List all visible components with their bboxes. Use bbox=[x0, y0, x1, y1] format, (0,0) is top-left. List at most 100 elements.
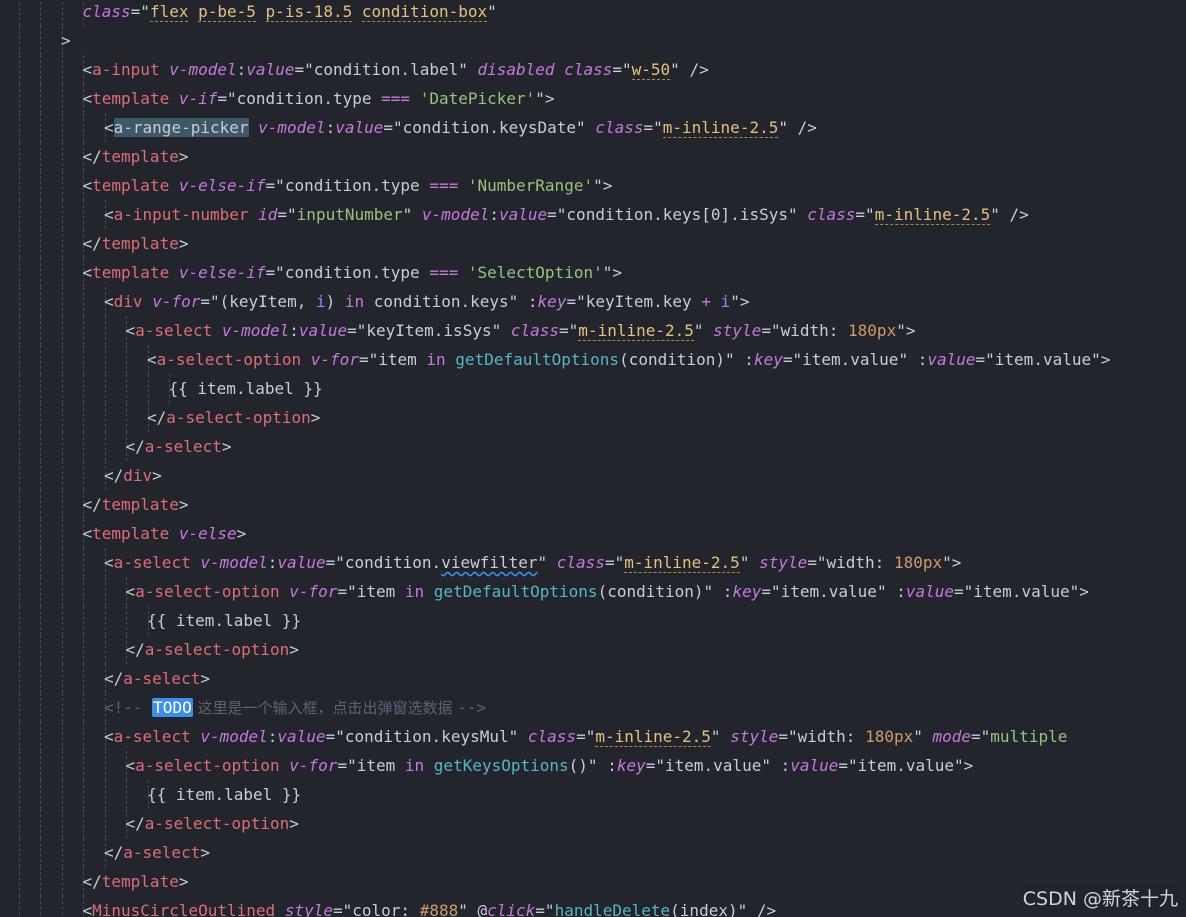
indent-guide bbox=[105, 751, 106, 780]
indent-guide bbox=[105, 577, 106, 606]
code-token: < bbox=[104, 292, 114, 311]
code-token: a-select-option bbox=[166, 408, 311, 427]
code-token: value bbox=[335, 118, 384, 137]
code-token: item.label bbox=[175, 785, 273, 804]
code-token: =" bbox=[337, 756, 357, 775]
indent-guide bbox=[62, 200, 63, 229]
code-token: )" : bbox=[715, 350, 754, 369]
indent-guide bbox=[62, 519, 63, 548]
code-token: " bbox=[693, 321, 714, 340]
indent-guide bbox=[62, 577, 63, 606]
code-token: a-select bbox=[144, 437, 222, 456]
indent-guide bbox=[62, 548, 63, 577]
code-token: 'DatePicker' bbox=[419, 89, 536, 108]
code-text: <a-range-picker v-model:value="condition… bbox=[104, 113, 817, 142]
code-token: =" bbox=[645, 756, 665, 775]
code-token: =" bbox=[265, 263, 285, 282]
code-line: <!-- TODO 这里是一个输入框，点击出弹窗选数据 --> bbox=[0, 693, 1186, 722]
code-token: click bbox=[487, 901, 536, 917]
code-token: =" bbox=[778, 727, 798, 746]
code-token: </ bbox=[82, 234, 102, 253]
code-token: value bbox=[905, 582, 955, 601]
code-token: </ bbox=[82, 872, 102, 891]
code-token: a-select-option bbox=[135, 756, 280, 775]
indent-guide bbox=[19, 722, 20, 751]
code-token: getDefaultOptions bbox=[455, 350, 620, 369]
code-token: flex bbox=[149, 2, 189, 22]
code-line: <a-select v-model:value="condition.viewf… bbox=[0, 548, 1186, 577]
code-line: <template v-else> bbox=[0, 519, 1186, 548]
indent-guide bbox=[83, 809, 84, 838]
code-token: v-if bbox=[178, 89, 218, 108]
code-text: </a-select-option> bbox=[147, 403, 320, 432]
code-token: div bbox=[123, 466, 153, 485]
code-token: =" bbox=[838, 756, 858, 775]
indent-guide bbox=[19, 171, 20, 200]
code-token: 'SelectOption' bbox=[467, 263, 603, 282]
code-token: ) bbox=[325, 292, 345, 311]
indent-guide bbox=[19, 519, 20, 548]
indent-guide bbox=[62, 113, 63, 142]
code-text: <div v-for="(keyItem, i) in condition.ke… bbox=[104, 287, 750, 316]
indent-guide bbox=[19, 287, 20, 316]
indent-guide bbox=[105, 345, 106, 374]
code-token: condition. bbox=[344, 553, 442, 572]
code-token: )" /> bbox=[727, 901, 777, 917]
code-token: =" bbox=[325, 553, 345, 572]
indent-guide bbox=[19, 751, 20, 780]
code-token: class bbox=[595, 118, 644, 137]
indent-guide bbox=[40, 896, 41, 917]
indent-guide bbox=[19, 258, 20, 287]
indent-guide bbox=[19, 664, 20, 693]
code-editor[interactable]: class="flex p-be-5 p-is-18.5 condition-b… bbox=[0, 0, 1186, 917]
indent-guide bbox=[62, 258, 63, 287]
indent-guide bbox=[40, 26, 41, 55]
indent-guide bbox=[126, 345, 127, 374]
code-token: </ bbox=[104, 466, 124, 485]
code-line: <div v-for="(keyItem, i) in condition.ke… bbox=[0, 287, 1186, 316]
code-token: key bbox=[537, 292, 567, 311]
code-token: a-input bbox=[92, 60, 160, 79]
code-token: style bbox=[730, 727, 779, 746]
code-token: : bbox=[267, 553, 278, 572]
code-text: <a-select v-model:value="condition.keysM… bbox=[104, 722, 1067, 751]
code-token: p-is-18.5 bbox=[265, 2, 353, 22]
indent-guide bbox=[40, 345, 41, 374]
indent-guide bbox=[19, 838, 20, 867]
code-line: <a-select-option v-for="item in getDefau… bbox=[0, 345, 1186, 374]
indent-guide bbox=[126, 374, 127, 403]
code-token: item.value"> bbox=[973, 582, 1089, 601]
code-token: "> bbox=[896, 321, 916, 340]
code-token: : bbox=[489, 205, 499, 224]
code-token: width: bbox=[780, 321, 849, 340]
indent-guide bbox=[19, 113, 20, 142]
indent-guide bbox=[83, 374, 84, 403]
code-token: v-else-if bbox=[178, 176, 266, 195]
code-token: </ bbox=[147, 408, 167, 427]
code-text: <a-select v-model:value="keyItem.isSys" … bbox=[126, 316, 916, 345]
code-text: <a-select-option v-for="item in getDefau… bbox=[126, 577, 1089, 606]
indent-guide bbox=[83, 461, 84, 490]
code-token: }} bbox=[272, 785, 302, 804]
indent-guide bbox=[19, 867, 20, 896]
indent-guide bbox=[40, 519, 41, 548]
code-token: =" bbox=[217, 89, 237, 108]
code-line: </template> bbox=[0, 229, 1186, 258]
code-token: v-model bbox=[221, 321, 290, 340]
code-token: getKeysOptions bbox=[433, 756, 569, 775]
code-token: value bbox=[277, 727, 326, 746]
code-token: ( bbox=[670, 901, 680, 917]
code-token: value bbox=[277, 553, 326, 572]
code-text: > bbox=[61, 26, 71, 55]
code-token: item.label bbox=[175, 611, 273, 630]
code-token: : bbox=[289, 321, 299, 340]
